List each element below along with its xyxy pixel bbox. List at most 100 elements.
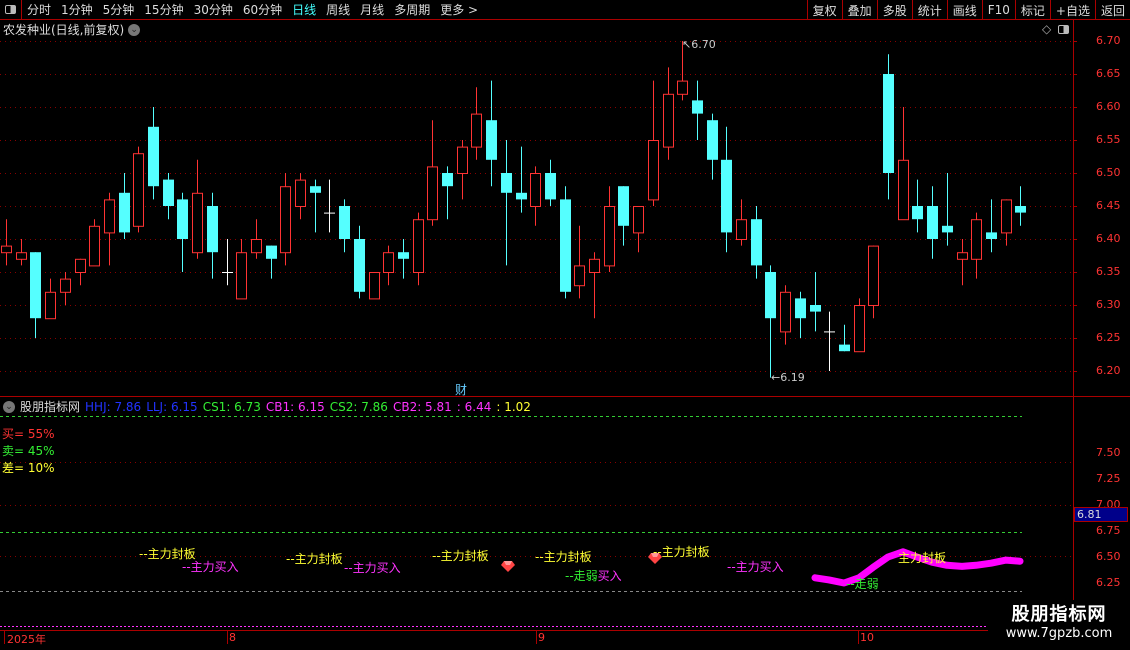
buy-text: 买入 [597, 569, 622, 583]
price-axis-label: 6.30 [1096, 298, 1121, 311]
candle-down [795, 298, 806, 319]
candle-down [751, 219, 762, 266]
max-price-label: ↖6.70 [682, 38, 716, 51]
ruby-gem-icon [501, 561, 515, 572]
price-axis-label: 6.25 [1096, 331, 1121, 344]
candle-up [295, 179, 306, 208]
candle-down [765, 272, 776, 319]
price-axis-label: 6.45 [1096, 199, 1121, 212]
time-label-oct: 10 [860, 631, 874, 644]
candle-up [898, 159, 909, 221]
candle-down [942, 225, 953, 233]
chevron-down-icon[interactable]: ⌄ [3, 400, 15, 413]
candle-up [604, 206, 615, 267]
indicator-value: CS2: 7.86 [329, 399, 388, 414]
seal-annotation: --主力封板 [432, 549, 489, 563]
buy-annotation: --主力买入 [182, 560, 239, 574]
indicator-axis-label: 6.75 [1096, 524, 1121, 537]
time-label-year: 2025年 [7, 633, 46, 646]
max-price-value: 6.70 [691, 38, 716, 51]
candle-down [354, 239, 365, 292]
candle-up [280, 186, 291, 254]
time-label-aug: 8 [229, 631, 236, 644]
candle-down [398, 252, 409, 259]
indicator-value: CS1: 6.73 [202, 399, 261, 414]
candle-down [177, 199, 188, 239]
candle-down [721, 159, 732, 233]
indicator-value: HHJ: 7.86 [85, 399, 142, 414]
indicator-values: HHJ: 7.86 LLJ: 6.15 CS1: 6.73 CB1: 6.15 CS2:… [85, 400, 531, 414]
indicator-name: 股朋指标网 [20, 400, 81, 414]
candle-up [957, 252, 968, 260]
axis-tick [1073, 41, 1077, 42]
indicator-value: CB1: 6.15 [265, 399, 325, 414]
candle-down [883, 74, 894, 173]
candle-up [971, 219, 982, 260]
candle-up [854, 305, 865, 353]
weak-text: --走弱 [565, 569, 598, 583]
back-button[interactable]: 返回 [1094, 0, 1130, 20]
candle-down [207, 206, 218, 253]
price-axis-label: 6.35 [1096, 265, 1121, 278]
seal-annotation: --主力封板 [286, 552, 343, 566]
candle-down [707, 120, 718, 160]
candle-down [339, 206, 350, 239]
candle-down [486, 120, 497, 160]
candle-up [45, 291, 56, 320]
candle-up [1001, 199, 1012, 234]
candle-up [471, 113, 482, 148]
candle-up [633, 206, 644, 234]
time-axis-divider [0, 630, 988, 631]
price-axis-label: 6.20 [1096, 364, 1121, 377]
candle-up [383, 252, 394, 273]
candle-up [16, 252, 27, 260]
candle-up [369, 272, 380, 300]
candle-up [236, 252, 247, 300]
min-price-value: 6.19 [780, 371, 805, 384]
candle-down [119, 192, 130, 233]
candle-up [1, 245, 12, 254]
candle-down [310, 186, 321, 193]
candle-up [736, 219, 747, 240]
candle-up [457, 146, 468, 175]
candle-down [516, 192, 527, 200]
buy-annotation: --主力买入 [727, 560, 784, 574]
price-axis-divider [1073, 20, 1074, 650]
candle-down [927, 206, 938, 239]
axis-tick [1073, 272, 1077, 273]
indicator-value: : 6.44 [456, 399, 492, 414]
price-axis-label: 6.70 [1096, 34, 1121, 47]
indicator-value: LLJ: 6.15 [146, 399, 198, 414]
indicator-value: : 1.02 [496, 399, 531, 414]
indicator-value: CB2: 5.81 [392, 399, 452, 414]
candle-down [148, 126, 159, 187]
watermark-name: 股朋指标网 [1011, 604, 1107, 625]
candle-down [618, 186, 629, 226]
indicator-axis-label: 6.25 [1096, 576, 1121, 589]
candle-down [692, 100, 703, 114]
candle-up [427, 166, 438, 221]
candle-down [986, 232, 997, 239]
seal-annotation: --主力封板 [535, 550, 592, 564]
min-price-label: ←6.19 [771, 371, 805, 384]
candle-up [648, 140, 659, 201]
indicator-axis-label: 7.25 [1096, 472, 1121, 485]
indicator-header: ⌄ 股朋指标网 HHJ: 7.86 LLJ: 6.15 CS1: 6.73 CB1: … [3, 398, 531, 415]
axis-tick [1073, 371, 1077, 372]
candle-up [192, 192, 203, 254]
price-axis-label: 6.50 [1096, 166, 1121, 179]
weak-annotation: --走弱 [846, 577, 879, 591]
axis-tick [1073, 338, 1077, 339]
axis-tick [1073, 140, 1077, 141]
axis-tick [1073, 173, 1077, 174]
candle-up [133, 153, 144, 227]
candle-up [530, 173, 541, 207]
pane-divider [0, 396, 1130, 397]
price-axis-label: 6.40 [1096, 232, 1121, 245]
candle-up [60, 278, 71, 293]
axis-tick [1073, 74, 1077, 75]
buy-percent: 买= 55% [2, 427, 55, 441]
finance-event-marker[interactable]: 财 [455, 381, 467, 398]
price-axis-label: 6.55 [1096, 133, 1121, 146]
candle-up [574, 265, 585, 287]
